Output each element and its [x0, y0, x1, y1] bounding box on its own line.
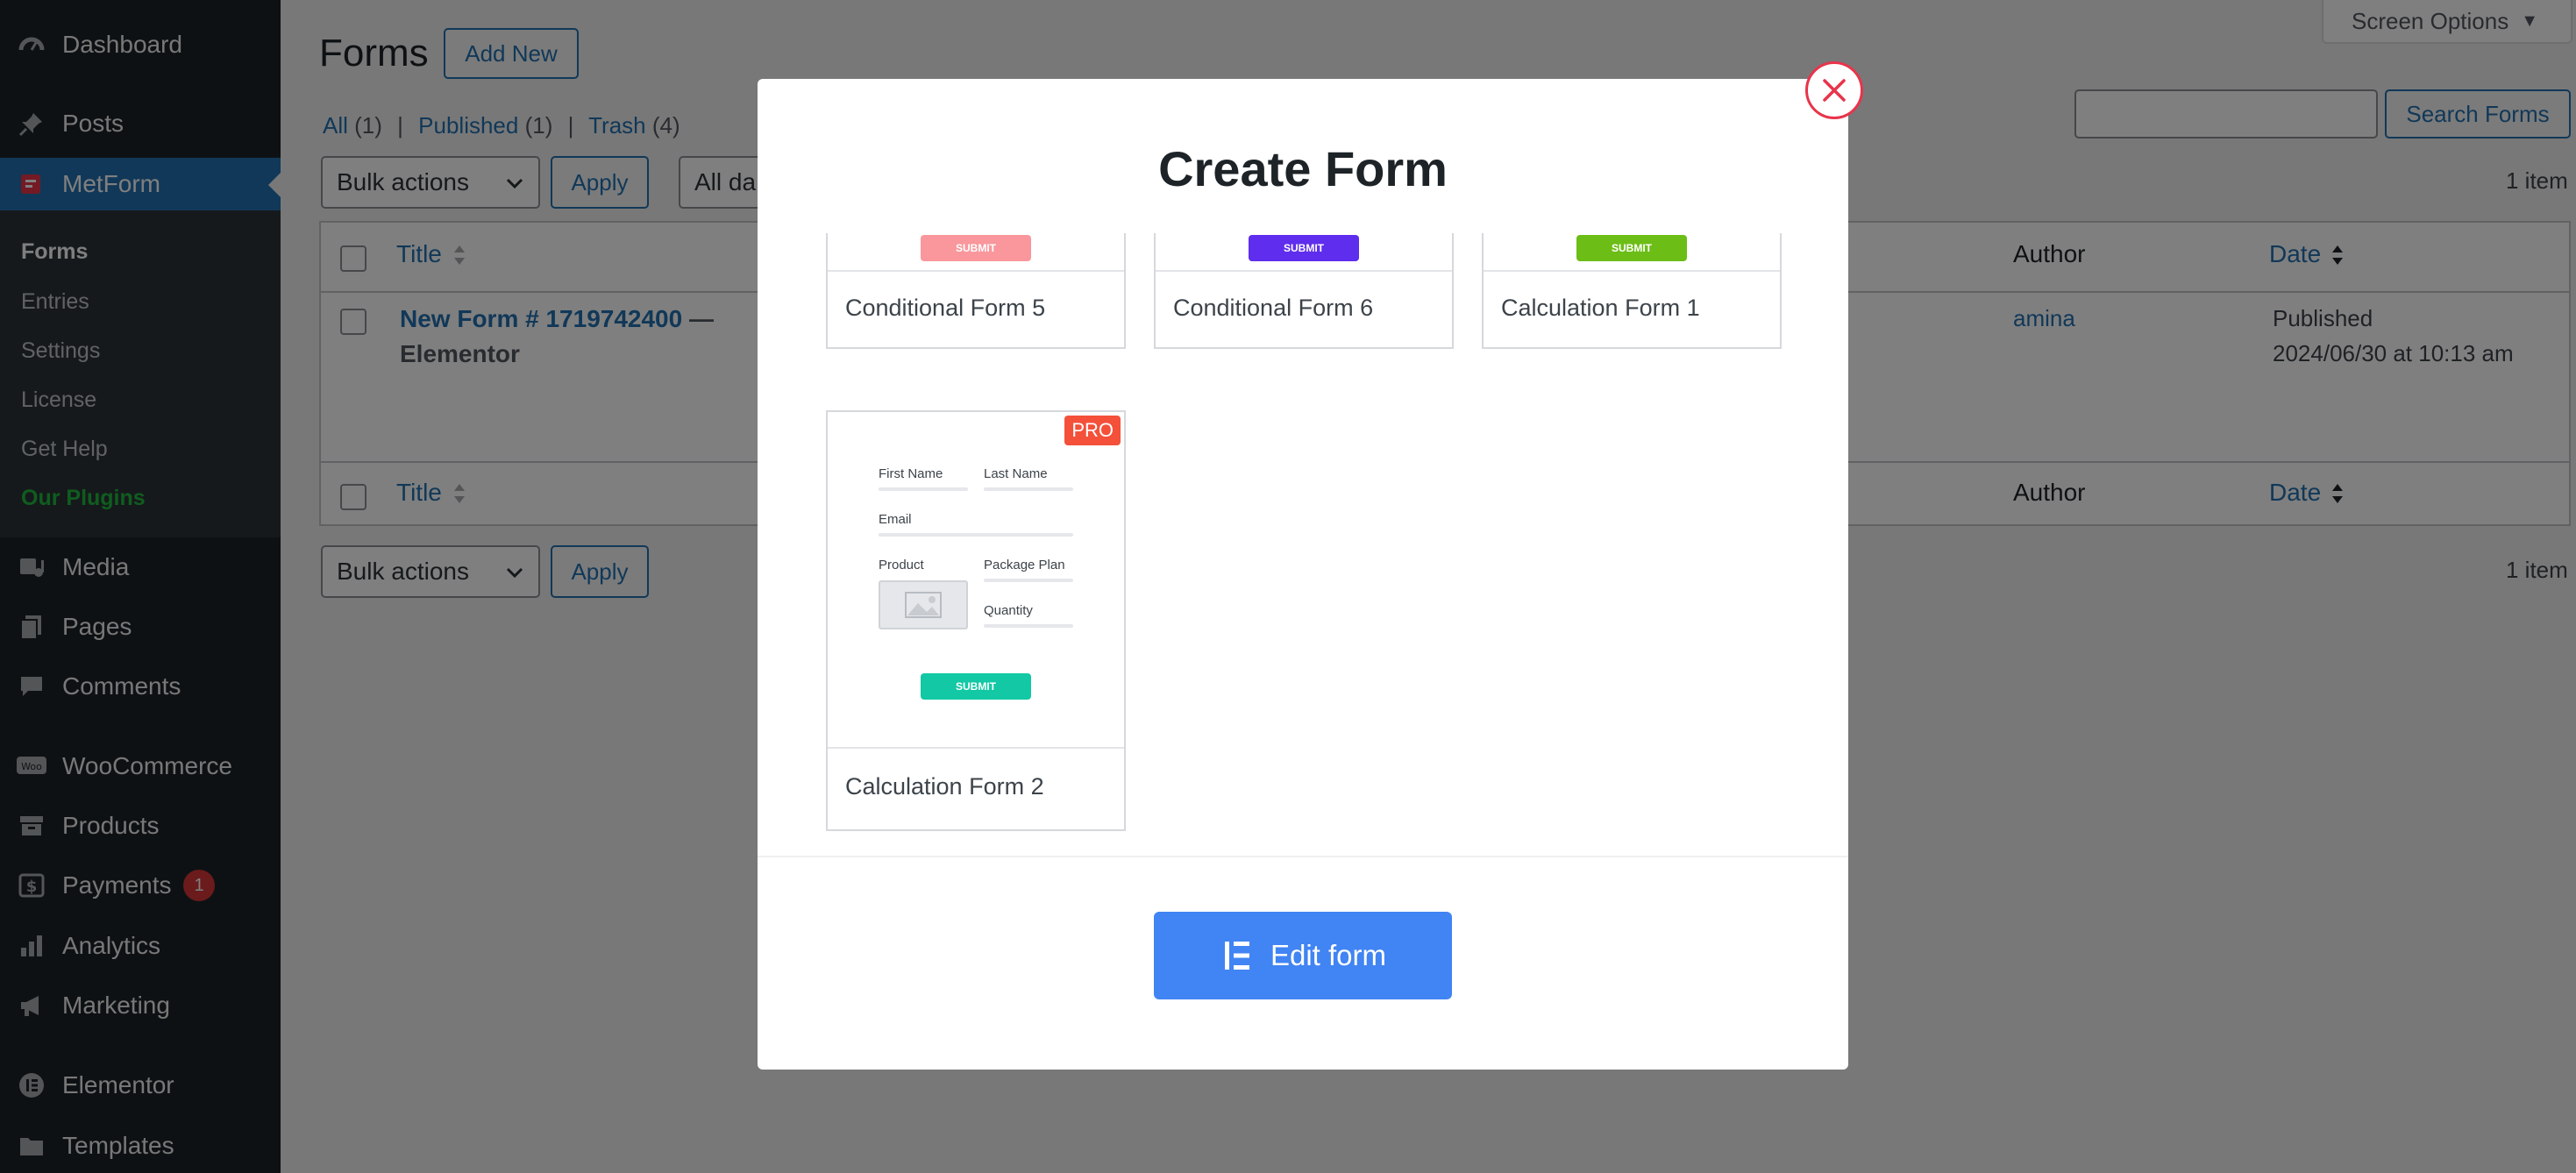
template-card-conditional-form-5[interactable]: SUBMIT Conditional Form 5 [826, 233, 1126, 349]
card-divider [828, 747, 1124, 749]
modal-footer-divider [758, 856, 1848, 857]
pro-badge: PRO [1064, 416, 1121, 445]
card-divider [1484, 270, 1780, 272]
modal-title: Create Form [1158, 141, 1448, 196]
template-name: Conditional Form 5 [845, 295, 1046, 321]
card-divider [1156, 270, 1452, 272]
preview-label: Package Plan [984, 558, 1065, 572]
preview-label: Last Name [984, 466, 1048, 481]
card-divider [828, 270, 1124, 272]
preview-label: First Name [879, 466, 943, 481]
edit-form-label: Edit form [1270, 939, 1387, 971]
template-name: Calculation Form 1 [1501, 295, 1700, 321]
close-icon [1823, 79, 1846, 102]
preview-label: Quantity [984, 603, 1033, 618]
template-card-calculation-form-1[interactable]: SUBMIT Calculation Form 1 [1482, 233, 1782, 349]
template-name: Calculation Form 2 [845, 773, 1044, 800]
preview-line [879, 533, 1073, 537]
template-card-conditional-form-6[interactable]: SUBMIT Conditional Form 6 [1154, 233, 1454, 349]
template-card-calculation-form-2[interactable]: PRO First Name Last Name Email Product P… [826, 410, 1126, 831]
template-grid: SUBMIT Conditional Form 5 SUBMIT Conditi… [758, 233, 1848, 936]
preview-submit-button: SUBMIT [1249, 235, 1359, 261]
preview-line [984, 487, 1073, 491]
edit-form-button[interactable]: Edit form [1154, 912, 1452, 999]
preview-line [879, 487, 968, 491]
preview-submit-button: SUBMIT [921, 673, 1031, 700]
preview-line [984, 579, 1073, 582]
preview-label: Email [879, 512, 912, 527]
preview-submit-button: SUBMIT [1576, 235, 1687, 261]
template-name: Conditional Form 6 [1173, 295, 1374, 321]
close-modal-button[interactable] [1805, 61, 1863, 119]
image-placeholder-icon [879, 580, 968, 629]
preview-line [984, 624, 1073, 628]
preview-submit-button: SUBMIT [921, 235, 1031, 261]
preview-label: Product [879, 558, 924, 572]
elementor-icon [1224, 942, 1249, 970]
